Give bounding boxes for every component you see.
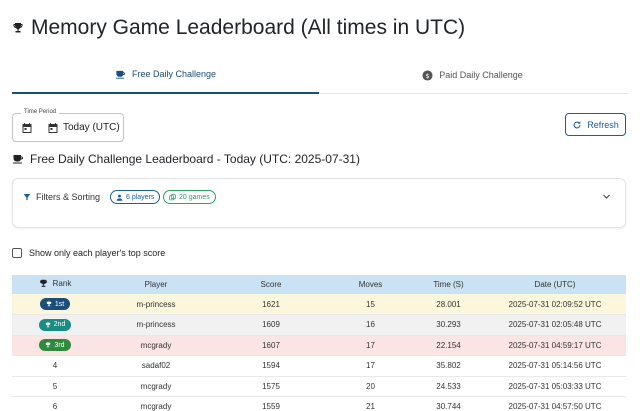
player-cell: mcgrady	[140, 402, 172, 411]
rank-text: 3rd	[54, 341, 65, 349]
moves-cell: 17	[366, 361, 375, 371]
rank-badge-gold: 1st	[39, 298, 71, 310]
time-cell: 30.744	[436, 402, 461, 411]
date-cell: 2025-07-31 04:59:17 UTC	[508, 340, 602, 350]
rank-header-label: Rank	[52, 279, 72, 288]
moves-cell: 15	[366, 299, 375, 309]
rank-text: 1st	[54, 300, 65, 308]
moves-cell: 16	[366, 320, 375, 330]
score-cell: 1609	[262, 320, 280, 330]
date-cell: 2025-07-31 05:14:56 UTC	[508, 361, 602, 371]
player-cell: m-princess	[136, 299, 176, 309]
rank-cell: 2nd	[12, 315, 98, 336]
refresh-icon	[573, 120, 581, 128]
filters-label-text: Filters & Sorting	[36, 192, 101, 202]
section-title-text: Free Daily Challenge Leaderboard - Today…	[30, 152, 360, 166]
leaderboard-table: Rank Player Score Moves Time (S) Date (U…	[12, 275, 626, 411]
calendar-icon	[48, 123, 58, 133]
table-header-row: Rank Player Score Moves Time (S) Date (U…	[12, 275, 626, 294]
time-cell: 35.802	[436, 361, 461, 371]
moves-cell: 21	[366, 402, 375, 411]
tab-paid-daily-challenge[interactable]: $ Paid Daily Challenge	[319, 56, 626, 94]
table-row: 5 mcgrady 1575 20 24.533 2025-07-31 05:0…	[12, 376, 626, 397]
rank-cell: 5	[52, 381, 58, 391]
rank-cell: 4	[52, 361, 58, 371]
rank-text: 2nd	[53, 321, 66, 329]
coffee-icon	[13, 155, 23, 164]
trophy-icon	[13, 23, 23, 33]
refresh-label: Refresh	[587, 119, 619, 130]
rank-badge-bronze: 3rd	[39, 339, 71, 352]
table-row: 2nd m-princess 1609 16 30.293 2025-07-31…	[12, 314, 626, 336]
coffee-icon	[115, 70, 126, 79]
leaderboard-section-title: Free Daily Challenge Leaderboard - Today…	[12, 152, 360, 166]
column-header-moves[interactable]: Moves	[328, 275, 413, 294]
column-header-score[interactable]: Score	[214, 275, 328, 294]
score-cell: 1607	[262, 340, 280, 350]
tab-free-daily-challenge[interactable]: Free Daily Challenge	[12, 56, 319, 94]
players-count-text: 6 players	[126, 193, 155, 201]
time-period-value: Today (UTC)	[63, 122, 120, 133]
rank-cell: 6	[52, 402, 58, 411]
player-cell: mcgrady	[140, 340, 172, 350]
person-icon	[116, 194, 123, 201]
page-title: Memory Game Leaderboard (All times in UT…	[12, 16, 465, 40]
top-score-checkbox[interactable]	[12, 248, 22, 258]
column-header-player[interactable]: Player	[98, 275, 214, 294]
table-row: 4 sadaf02 1594 17 35.802 2025-07-31 05:1…	[12, 356, 626, 376]
svg-text:$: $	[426, 71, 430, 79]
tab-paid-label: Paid Daily Challenge	[439, 70, 523, 80]
score-cell: 1594	[262, 361, 280, 371]
player-cell: m-princess	[136, 320, 176, 330]
trophy-icon	[46, 342, 51, 348]
trophy-icon	[39, 279, 47, 287]
score-cell: 1621	[262, 299, 280, 309]
time-cell: 28.001	[436, 299, 461, 309]
filters-header[interactable]: Filters & Sorting	[23, 192, 100, 202]
refresh-button[interactable]: Refresh	[565, 113, 626, 136]
player-cell: sadaf02	[141, 361, 171, 371]
column-header-rank[interactable]: Rank	[12, 275, 98, 294]
games-count-chip: 20 games	[163, 190, 216, 204]
rank-badge-silver: 2nd	[38, 318, 72, 331]
rank-cell: 3rd	[12, 335, 98, 356]
date-cell: 2025-07-31 04:57:50 UTC	[508, 402, 602, 411]
time-cell: 30.293	[436, 320, 461, 330]
tab-free-label: Free Daily Challenge	[131, 69, 217, 79]
top-score-toggle[interactable]: Show only each player's top score	[12, 248, 165, 258]
date-cell: 2025-07-31 02:05:48 UTC	[508, 320, 602, 330]
table-row: 3rd mcgrady 1607 17 22.154 2025-07-31 04…	[12, 335, 626, 356]
calendar-icon[interactable]	[21, 122, 33, 134]
time-cell: 24.533	[436, 381, 461, 391]
filter-icon	[23, 194, 31, 201]
time-period-legend: Time Period	[21, 109, 60, 115]
column-header-date[interactable]: Date (UTC)	[484, 275, 626, 294]
games-icon	[169, 193, 176, 200]
chevron-down-icon[interactable]	[602, 192, 611, 201]
trophy-icon	[45, 322, 50, 327]
rank-cell: 1st	[12, 294, 98, 315]
page-title-text: Memory Game Leaderboard (All times in UT…	[31, 16, 466, 39]
time-period-select[interactable]: Time Period Today (UTC)	[12, 109, 124, 142]
top-score-label: Show only each player's top score	[29, 248, 166, 258]
moves-cell: 17	[366, 340, 375, 350]
date-cell: 2025-07-31 05:03:33 UTC	[508, 381, 602, 391]
filters-accordion[interactable]: Filters & Sorting 6 players 20 games	[12, 178, 626, 228]
score-cell: 1559	[262, 402, 280, 411]
moves-cell: 20	[366, 381, 375, 391]
dollar-icon: $	[422, 69, 433, 81]
challenge-tabs: Free Daily Challenge $ Paid Daily Challe…	[12, 56, 628, 94]
player-cell: mcgrady	[140, 381, 172, 391]
games-count-text: 20 games	[179, 193, 210, 201]
players-count-chip: 6 players	[110, 190, 161, 204]
date-cell: 2025-07-31 02:09:52 UTC	[508, 299, 602, 309]
table-row: 1st m-princess 1621 15 28.001 2025-07-31…	[12, 294, 626, 315]
score-cell: 1575	[262, 381, 280, 391]
column-header-time[interactable]: Time (S)	[413, 275, 484, 294]
time-cell: 22.154	[436, 340, 461, 350]
table-row: 6 mcgrady 1559 21 30.744 2025-07-31 04:5…	[12, 397, 626, 411]
trophy-icon	[46, 301, 52, 307]
